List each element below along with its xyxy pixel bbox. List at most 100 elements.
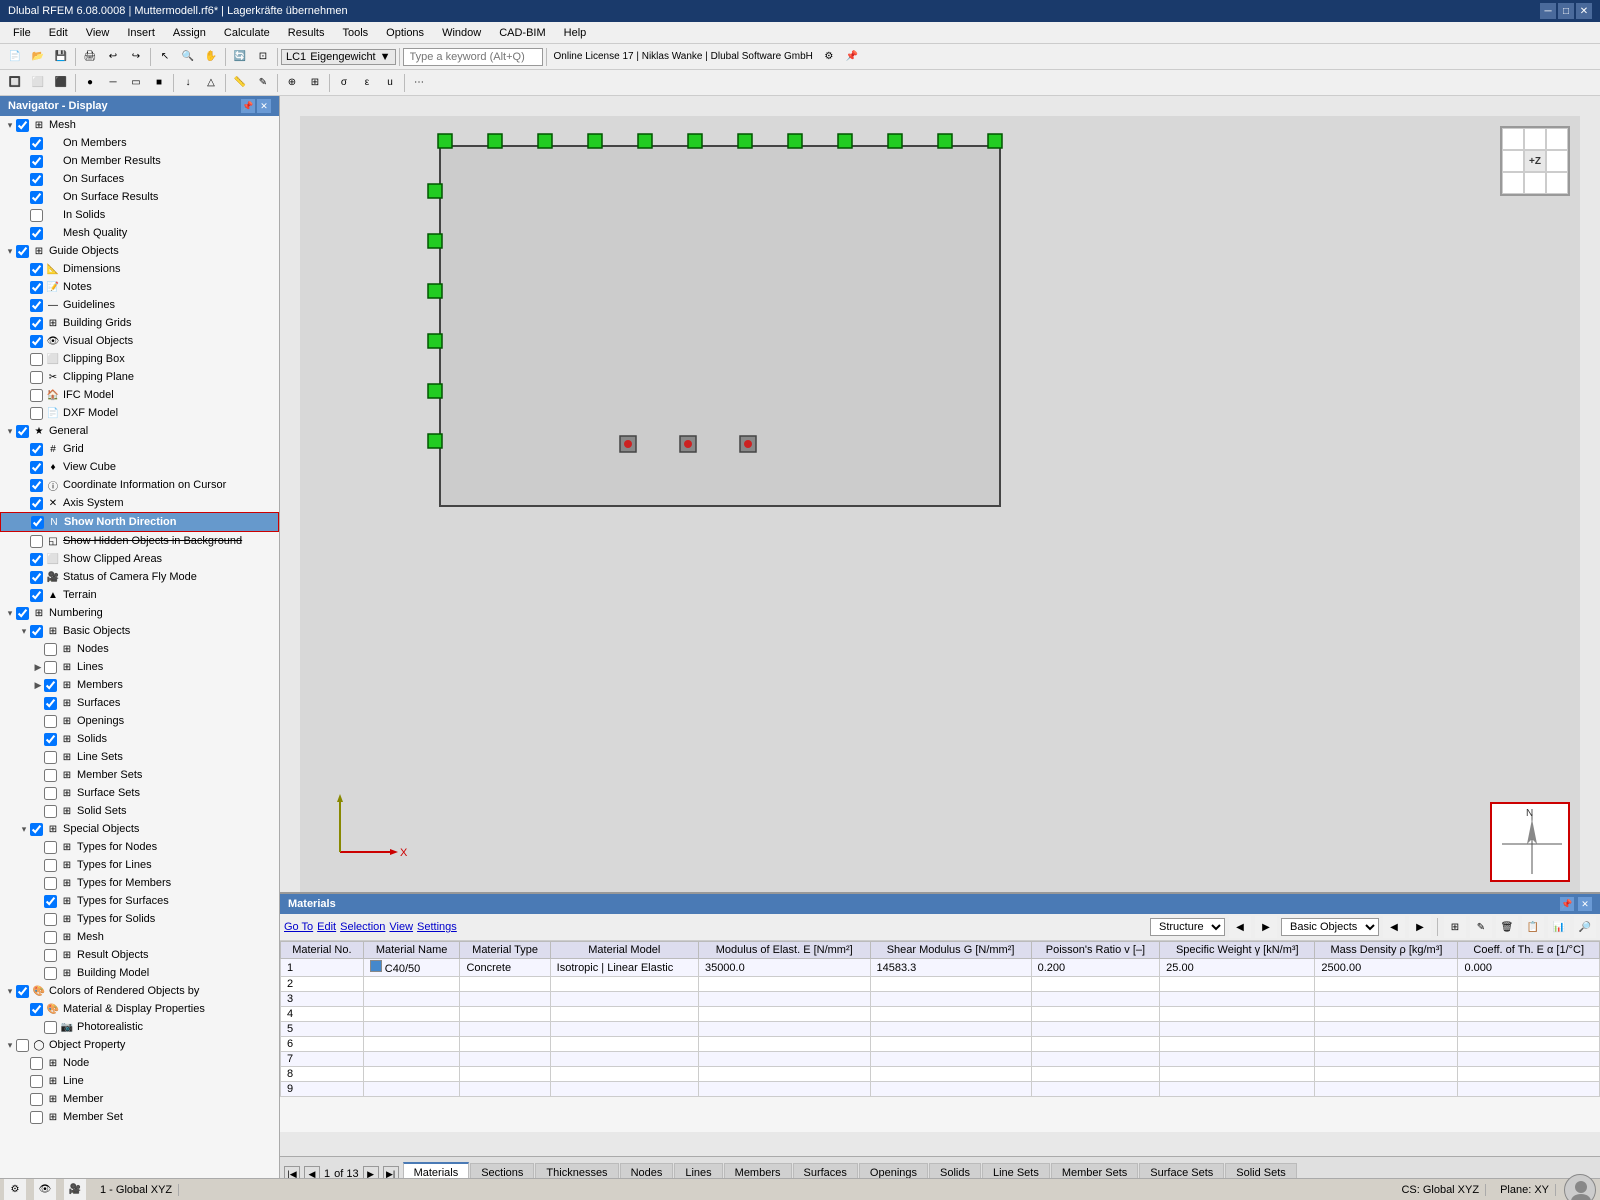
tree-item-49[interactable]: 🎨Material & Display Properties — [0, 1000, 279, 1018]
tree-item-10[interactable]: —Guidelines — [0, 296, 279, 314]
tree-expand-31[interactable]: ▶ — [32, 679, 44, 691]
undo-button[interactable]: ↩ — [102, 46, 124, 68]
tree-item-21[interactable]: ✕Axis System — [0, 494, 279, 512]
tree-check-28[interactable] — [30, 625, 43, 638]
tree-item-35[interactable]: ⊞Line Sets — [0, 748, 279, 766]
save-button[interactable]: 💾 — [50, 46, 72, 68]
mat-close-btn[interactable]: ✕ — [1578, 897, 1592, 911]
tree-item-41[interactable]: ⊞Types for Lines — [0, 856, 279, 874]
node-btn[interactable]: ● — [79, 72, 101, 94]
mat-tool1[interactable]: ⊞ — [1444, 916, 1466, 938]
tree-item-38[interactable]: ⊞Solid Sets — [0, 802, 279, 820]
tree-item-14[interactable]: ✂Clipping Plane — [0, 368, 279, 386]
tree-check-52[interactable] — [30, 1057, 43, 1070]
tree-check-18[interactable] — [30, 443, 43, 456]
goto-label[interactable]: Go To — [284, 921, 313, 933]
tree-item-1[interactable]: On Members — [0, 134, 279, 152]
mat-row-8[interactable]: 9 — [281, 1082, 1600, 1097]
tree-check-38[interactable] — [44, 805, 57, 818]
status-cam-btn[interactable]: 🎥 — [64, 1179, 86, 1200]
tree-check-33[interactable] — [44, 715, 57, 728]
menu-item-insert[interactable]: Insert — [118, 24, 164, 42]
tree-item-28[interactable]: ▾⊞Basic Objects — [0, 622, 279, 640]
redo-button[interactable]: ↪ — [125, 46, 147, 68]
settings-btn[interactable]: ⚙ — [818, 46, 840, 68]
search-input[interactable] — [403, 48, 543, 66]
tree-item-44[interactable]: ⊞Types for Solids — [0, 910, 279, 928]
tree-check-40[interactable] — [44, 841, 57, 854]
new-button[interactable]: 📄 — [4, 46, 26, 68]
mat-row-2[interactable]: 3 — [281, 992, 1600, 1007]
annotation-btn[interactable]: ✎ — [252, 72, 274, 94]
tree-item-25[interactable]: 🎥Status of Camera Fly Mode — [0, 568, 279, 586]
tree-check-15[interactable] — [30, 389, 43, 402]
tree-item-20[interactable]: ⓘCoordinate Information on Cursor — [0, 476, 279, 494]
view3d-btn[interactable]: 🔲 — [4, 72, 26, 94]
open-button[interactable]: 📂 — [27, 46, 49, 68]
tree-check-6[interactable] — [30, 227, 43, 240]
print-button[interactable]: 🖨 — [79, 46, 101, 68]
load-btn[interactable]: ↓ — [177, 72, 199, 94]
mat-row-7[interactable]: 8 — [281, 1067, 1600, 1082]
tree-expand-28[interactable]: ▾ — [18, 625, 30, 637]
vc-t[interactable] — [1524, 128, 1546, 150]
tree-item-16[interactable]: 📄DXF Model — [0, 404, 279, 422]
tree-expand-7[interactable]: ▾ — [4, 245, 16, 257]
tree-item-37[interactable]: ⊞Surface Sets — [0, 784, 279, 802]
tree-item-6[interactable]: Mesh Quality — [0, 224, 279, 242]
tree-expand-30[interactable]: ▶ — [32, 661, 44, 673]
selection-label[interactable]: Selection — [340, 921, 385, 933]
tree-check-1[interactable] — [30, 137, 43, 150]
tree-item-12[interactable]: 👁Visual Objects — [0, 332, 279, 350]
tree-check-46[interactable] — [44, 949, 57, 962]
fit-all-button[interactable]: ⊡ — [252, 46, 274, 68]
tree-item-54[interactable]: ⊞Member — [0, 1090, 279, 1108]
tree-item-39[interactable]: ▾⊞Special Objects — [0, 820, 279, 838]
nav-close-btn[interactable]: ✕ — [257, 99, 271, 113]
tree-expand-17[interactable]: ▾ — [4, 425, 16, 437]
tree-item-30[interactable]: ▶⊞Lines — [0, 658, 279, 676]
basic-objects-select[interactable]: Basic Objects — [1281, 918, 1379, 936]
menu-item-window[interactable]: Window — [433, 24, 490, 42]
vc-r[interactable] — [1546, 150, 1568, 172]
vc-b[interactable] — [1524, 172, 1546, 194]
tree-check-41[interactable] — [44, 859, 57, 872]
tree-item-22[interactable]: NShow North Direction — [0, 512, 279, 532]
tree-expand-0[interactable]: ▾ — [4, 119, 16, 131]
tree-item-13[interactable]: ⬜Clipping Box — [0, 350, 279, 368]
tree-expand-51[interactable]: ▾ — [4, 1039, 16, 1051]
mat-pin-btn[interactable]: 📌 — [1560, 897, 1574, 911]
grid-vis-btn[interactable]: ⊞ — [304, 72, 326, 94]
tree-check-48[interactable] — [16, 985, 29, 998]
close-button[interactable]: ✕ — [1576, 3, 1592, 19]
result3-btn[interactable]: u — [379, 72, 401, 94]
tree-check-0[interactable] — [16, 119, 29, 132]
edit-label[interactable]: Edit — [317, 921, 336, 933]
tree-item-27[interactable]: ▾⊞Numbering — [0, 604, 279, 622]
mat-prev-btn[interactable]: ◀ — [1229, 916, 1251, 938]
tree-item-48[interactable]: ▾🎨Colors of Rendered Objects by — [0, 982, 279, 1000]
tree-item-42[interactable]: ⊞Types for Members — [0, 874, 279, 892]
vc-br[interactable] — [1546, 172, 1568, 194]
vc-tl[interactable] — [1502, 128, 1524, 150]
tree-check-10[interactable] — [30, 299, 43, 312]
tree-check-20[interactable] — [30, 479, 43, 492]
tree-check-12[interactable] — [30, 335, 43, 348]
menu-item-options[interactable]: Options — [377, 24, 433, 42]
tree-item-11[interactable]: ⊞Building Grids — [0, 314, 279, 332]
rotate-button[interactable]: 🔄 — [229, 46, 251, 68]
tree-check-54[interactable] — [30, 1093, 43, 1106]
tree-check-29[interactable] — [44, 643, 57, 656]
wireframe-btn[interactable]: ⬜ — [27, 72, 49, 94]
minimize-button[interactable]: ─ — [1540, 3, 1556, 19]
tree-item-23[interactable]: ◱Show Hidden Objects in Background — [0, 532, 279, 550]
tree-item-5[interactable]: In Solids — [0, 206, 279, 224]
tree-check-26[interactable] — [30, 589, 43, 602]
tree-check-7[interactable] — [16, 245, 29, 258]
tree-check-22[interactable] — [31, 516, 44, 529]
menu-item-view[interactable]: View — [77, 24, 119, 42]
tree-check-23[interactable] — [30, 535, 43, 548]
tree-check-8[interactable] — [30, 263, 43, 276]
vc-center[interactable]: +Z — [1524, 150, 1546, 172]
tree-item-4[interactable]: On Surface Results — [0, 188, 279, 206]
